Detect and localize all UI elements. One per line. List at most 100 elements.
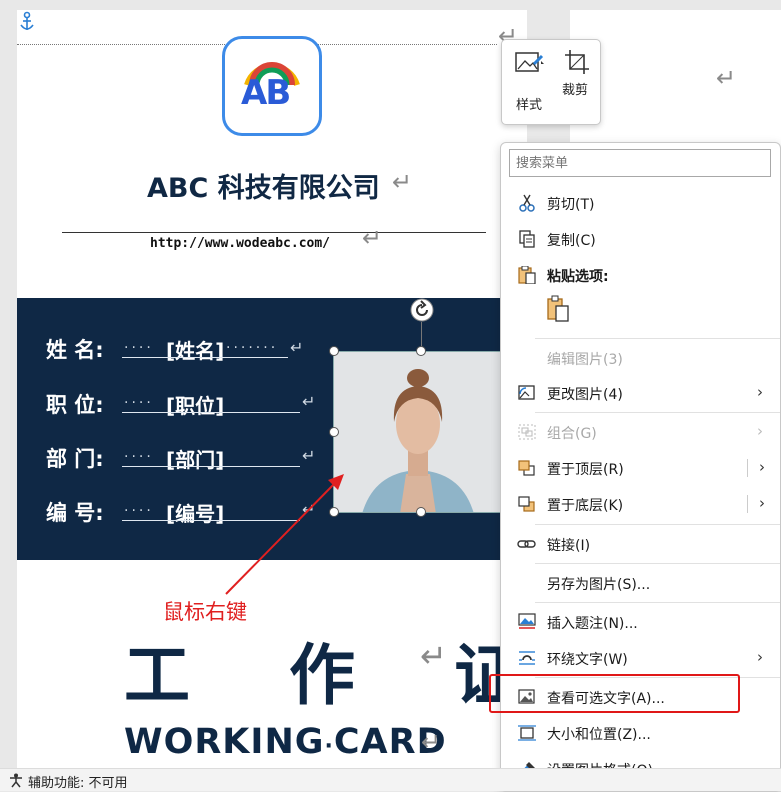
caption-icon [518, 613, 536, 629]
paragraph-mark: ↵ [716, 64, 737, 92]
submenu-arrow-icon: › [757, 383, 763, 401]
split-divider [747, 495, 748, 513]
submenu-arrow-icon: › [757, 648, 763, 666]
company-name: ABC 科技有限公司 [147, 173, 380, 204]
field-value-department[interactable]: [部门] [166, 444, 224, 473]
field-underline [122, 412, 300, 413]
split-divider [747, 459, 748, 477]
menu-item-copy[interactable]: 复制(C) [501, 221, 780, 257]
picture-style-icon [515, 52, 544, 72]
paragraph-mark: ↵ [302, 446, 316, 465]
paragraph-mark: ↵ [392, 168, 413, 196]
menu-separator [535, 338, 780, 339]
menu-search-input[interactable] [509, 149, 771, 177]
mini-toolbar: 样式 裁剪 [501, 39, 601, 125]
style-label: 样式 [516, 98, 543, 113]
card-subtitle: WORKING·CARD [124, 722, 447, 762]
field-label-position: 职 位: [46, 393, 104, 417]
menu-item-group[interactable]: 组合(G) › [501, 414, 780, 450]
field-underline [122, 466, 300, 467]
field-value-name[interactable]: [姓名] [166, 335, 224, 364]
status-bar: 辅助功能: 不可用 [0, 768, 781, 791]
send-back-icon [518, 496, 535, 512]
field-value-number[interactable]: [编号] [166, 498, 224, 527]
logo-text: AB [241, 73, 291, 113]
menu-item-wrap-text[interactable]: 环绕文字(W) › [501, 640, 780, 676]
menu-separator [535, 563, 780, 564]
wrap-text-icon [519, 651, 535, 665]
menu-item-label: 环绕文字(W) [547, 652, 628, 668]
copy-icon [519, 230, 535, 248]
paste-keep-format-button[interactable] [545, 295, 575, 329]
menu-separator [535, 602, 780, 603]
menu-item-paste-options: 粘贴选项: [501, 257, 780, 293]
menu-item-insert-caption[interactable]: 插入题注(N)... [501, 604, 780, 640]
menu-item-label: 大小和位置(Z)... [547, 727, 651, 743]
paragraph-mark: ↵ [362, 224, 383, 252]
subtitle-dot: · [324, 734, 334, 759]
scissors-icon [519, 194, 535, 212]
menu-item-label: 编辑图片(3) [547, 352, 623, 368]
menu-item-edit-picture[interactable]: 编辑图片(3) [501, 340, 780, 376]
menu-item-label: 组合(G) [547, 426, 597, 442]
menu-item-label: 插入题注(N)... [547, 616, 638, 632]
menu-item-size-position[interactable]: 大小和位置(Z)... [501, 715, 780, 751]
submenu-arrow-icon[interactable]: › [759, 458, 765, 476]
menu-separator [535, 524, 780, 525]
anchor-icon[interactable] [18, 11, 36, 33]
menu-item-save-as-picture[interactable]: 另存为图片(S)... [501, 565, 780, 601]
menu-item-change-picture[interactable]: 更改图片(4) › [501, 375, 780, 411]
change-picture-icon [518, 385, 535, 400]
highlight-box [489, 674, 740, 713]
paragraph-mark: ↵ [421, 728, 442, 756]
rotate-handle-icon[interactable] [410, 298, 434, 322]
menu-separator [535, 412, 780, 413]
accessibility-status[interactable]: 辅助功能: 不可用 [28, 772, 128, 791]
menu-item-label: 更改图片(4) [547, 387, 623, 403]
crop-label: 裁剪 [562, 83, 589, 98]
field-label-number: 编 号: [46, 501, 104, 525]
paste-icon [518, 266, 536, 284]
menu-item-label: 粘贴选项: [547, 269, 609, 285]
resize-handle[interactable] [329, 346, 339, 356]
field-dots: ···· [124, 449, 154, 465]
field-dots: ···· [124, 340, 154, 356]
crop-button[interactable]: 裁剪 [558, 46, 596, 106]
paste-picture-icon [547, 295, 569, 322]
menu-item-label: 另存为图片(S)... [547, 577, 651, 593]
field-label-department: 部 门: [46, 447, 104, 471]
field-label-name: 姓 名: [46, 338, 104, 362]
menu-item-label: 剪切(T) [547, 197, 595, 213]
company-logo: AB [222, 36, 322, 136]
field-dots: ···· [124, 503, 154, 519]
menu-item-label: 置于底层(K) [547, 498, 624, 514]
field-dots: ······· [226, 340, 279, 356]
submenu-arrow-icon[interactable]: › [759, 494, 765, 512]
menu-item-cut[interactable]: 剪切(T) [501, 185, 780, 221]
resize-handle[interactable] [416, 507, 426, 517]
field-underline [122, 357, 288, 358]
size-position-icon [518, 725, 536, 741]
paragraph-mark: ↵ [290, 338, 304, 357]
menu-item-link[interactable]: 链接(I) [501, 526, 780, 562]
menu-item-label: 复制(C) [547, 233, 596, 249]
resize-handle[interactable] [416, 346, 426, 356]
menu-item-send-back[interactable]: 置于底层(K) › [501, 486, 780, 522]
menu-item-bring-front[interactable]: 置于顶层(R) › [501, 450, 780, 486]
paragraph-mark: ↵ [302, 392, 316, 411]
resize-handle[interactable] [329, 427, 339, 437]
subtitle-left: WORKING [124, 722, 325, 762]
header-rule [62, 232, 486, 233]
company-website: http://www.wodeabc.com/ [150, 236, 331, 251]
accessibility-icon[interactable] [8, 773, 24, 788]
bring-front-icon [518, 460, 535, 476]
field-value-position[interactable]: [职位] [166, 390, 224, 419]
crop-icon [565, 50, 589, 74]
field-dots: ···· [124, 395, 154, 411]
group-icon [518, 424, 536, 440]
style-button[interactable]: 样式 [508, 46, 552, 116]
menu-item-label: 置于顶层(R) [547, 462, 624, 478]
submenu-arrow-icon: › [757, 422, 763, 440]
employee-photo[interactable] [333, 351, 501, 513]
menu-item-label: 链接(I) [547, 538, 591, 554]
